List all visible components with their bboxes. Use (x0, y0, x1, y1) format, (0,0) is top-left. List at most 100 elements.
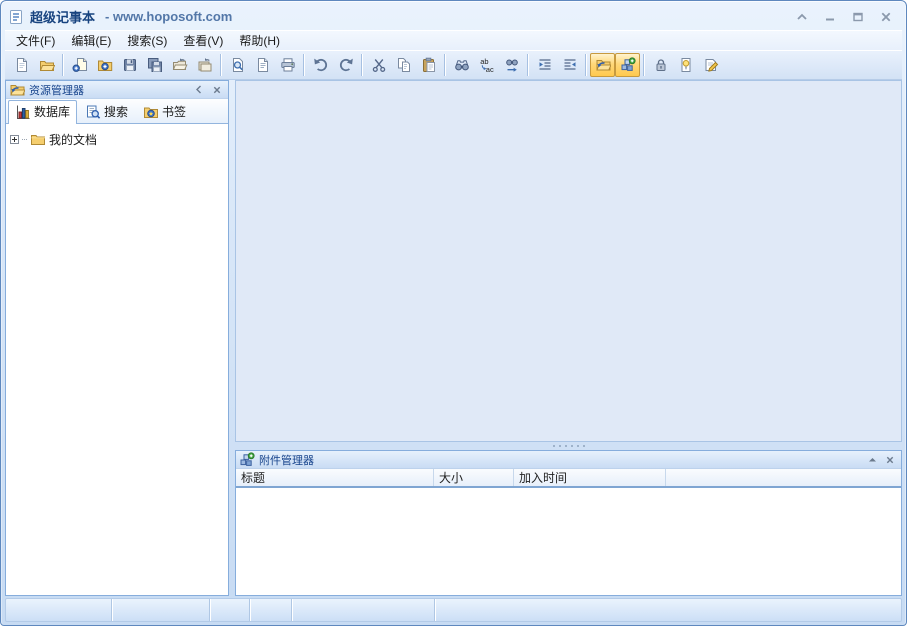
svg-text:ac: ac (485, 65, 493, 73)
tab-bookmarks[interactable]: 书签 (136, 100, 193, 123)
close-icon (213, 86, 221, 94)
folder-icon (30, 131, 46, 147)
toggle-explorer-button[interactable] (590, 53, 615, 77)
column-size[interactable]: 大小 (434, 469, 514, 486)
column-added-time[interactable]: 加入时间 (514, 469, 666, 486)
paste-button[interactable] (416, 53, 441, 77)
status-cell (6, 599, 112, 621)
chevron-left-icon (195, 85, 203, 94)
edit-pencil-icon (703, 57, 719, 73)
horizontal-splitter[interactable] (235, 442, 902, 450)
close-button[interactable] (874, 8, 898, 25)
restore-folder-icon (172, 57, 188, 73)
window-title: 超级记事本 (30, 7, 95, 26)
tree-connector (22, 139, 27, 140)
collapse-up-icon (868, 456, 877, 464)
window-title-suffix: - www.hoposoft.com (105, 9, 232, 24)
tree-item-my-documents[interactable]: 我的文档 (10, 130, 224, 148)
explorer-close-button[interactable] (210, 83, 224, 96)
explorer-panel-header: 资源管理器 (6, 81, 228, 99)
tab-search[interactable]: 搜索 (78, 100, 135, 123)
new-icon (14, 57, 30, 73)
print-button[interactable] (275, 53, 300, 77)
new-button[interactable] (9, 53, 34, 77)
outdent-button[interactable] (557, 53, 582, 77)
undo-button[interactable] (308, 53, 333, 77)
save-all-button[interactable] (142, 53, 167, 77)
edit-note-button[interactable] (698, 53, 723, 77)
cut-icon (371, 57, 387, 73)
toolbar-separator (361, 54, 363, 76)
toolbar-separator (220, 54, 222, 76)
editor-client-area (235, 80, 902, 442)
menu-search[interactable]: 搜索(S) (119, 30, 175, 52)
expand-plus-icon[interactable] (10, 135, 19, 144)
lock-button[interactable] (648, 53, 673, 77)
open-button[interactable] (34, 53, 59, 77)
page-setup-button[interactable] (250, 53, 275, 77)
attachments-cubes-icon (239, 452, 255, 468)
minimize-button[interactable] (818, 8, 842, 25)
lightbulb-doc-icon (678, 57, 694, 73)
status-cell (435, 599, 901, 621)
save-all-icon (147, 57, 163, 73)
title-bar: 超级记事本 - www.hoposoft.com (1, 1, 906, 30)
collapse-icon (796, 12, 808, 22)
window-controls (790, 8, 898, 25)
toolbar-separator (303, 54, 305, 76)
folder-add-button[interactable] (92, 53, 117, 77)
maximize-button[interactable] (846, 8, 870, 25)
column-spacer (666, 469, 901, 486)
status-cell (292, 599, 435, 621)
find-next-icon (504, 57, 520, 73)
close-icon (886, 456, 894, 464)
toolbar-separator (643, 54, 645, 76)
attachments-panel-title: 附件管理器 (259, 452, 861, 468)
menu-view[interactable]: 查看(V) (175, 30, 231, 52)
restore-all-button[interactable] (192, 53, 217, 77)
menu-file[interactable]: 文件(F) (8, 30, 63, 52)
attachments-column-header: 标题 大小 加入时间 (236, 469, 901, 488)
toolbar-separator (585, 54, 587, 76)
menu-edit[interactable]: 编辑(E) (63, 30, 119, 52)
tab-database[interactable]: 数据库 (8, 100, 77, 124)
attachments-collapse-button[interactable] (865, 453, 879, 466)
attachments-cubes-icon (620, 57, 636, 73)
restore-button[interactable] (167, 53, 192, 77)
print-icon (280, 57, 296, 73)
database-tree: 我的文档 (6, 124, 228, 595)
column-title[interactable]: 标题 (236, 469, 434, 486)
copy-button[interactable] (391, 53, 416, 77)
database-chart-icon (15, 104, 31, 120)
explorer-folder-icon (9, 82, 25, 98)
content-area: 资源管理器 数据库 搜索 书签 (5, 80, 902, 596)
attachments-close-button[interactable] (883, 453, 897, 466)
save-button[interactable] (117, 53, 142, 77)
indent-button[interactable] (532, 53, 557, 77)
search-page-icon (85, 104, 101, 120)
replace-button[interactable]: abac (474, 53, 499, 77)
print-preview-button[interactable] (225, 53, 250, 77)
explorer-panel-title: 资源管理器 (29, 82, 188, 98)
tip-button[interactable] (673, 53, 698, 77)
lock-icon (653, 57, 669, 73)
close-icon (880, 12, 892, 22)
explorer-collapse-button[interactable] (192, 83, 206, 96)
note-add-button[interactable] (67, 53, 92, 77)
menu-help[interactable]: 帮助(H) (231, 30, 288, 52)
toolbar-separator (62, 54, 64, 76)
paste-icon (421, 57, 437, 73)
attachments-list-body (236, 488, 901, 595)
resource-explorer-panel: 资源管理器 数据库 搜索 书签 (5, 80, 229, 596)
redo-button[interactable] (333, 53, 358, 77)
find-button[interactable] (449, 53, 474, 77)
folder-add-icon (97, 57, 113, 73)
tab-search-label: 搜索 (104, 103, 128, 120)
toggle-attachments-button[interactable] (615, 53, 640, 77)
print-preview-icon (230, 57, 246, 73)
find-next-button[interactable] (499, 53, 524, 77)
splitter-grip-dots-icon (552, 444, 586, 448)
collapse-window-button[interactable] (790, 8, 814, 25)
cut-button[interactable] (366, 53, 391, 77)
open-icon (39, 57, 55, 73)
